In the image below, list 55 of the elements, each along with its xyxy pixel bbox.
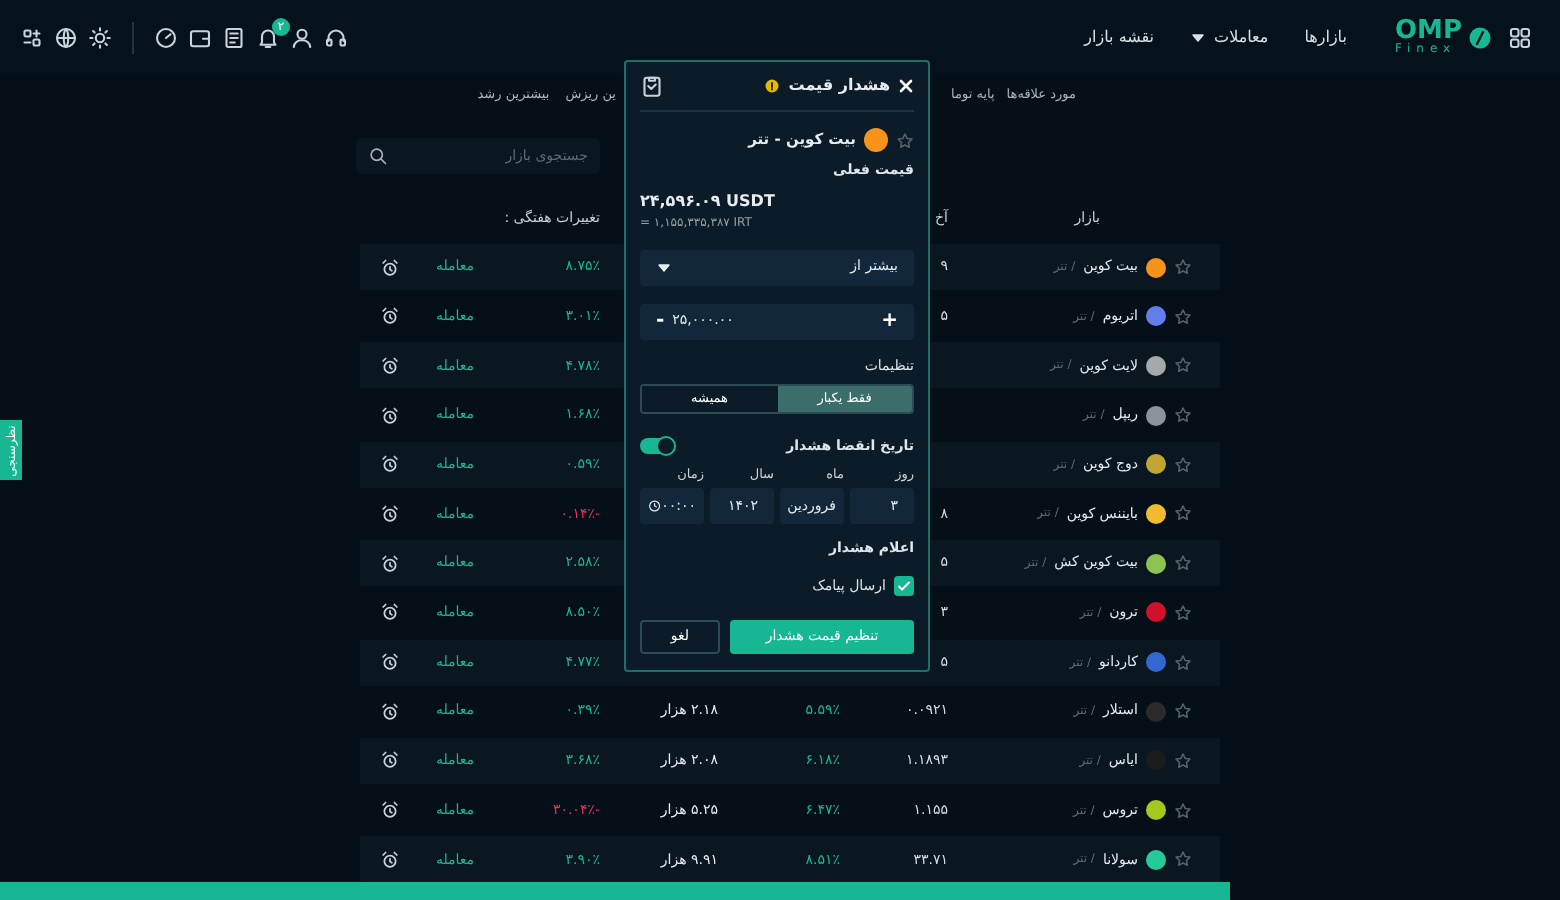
check-icon <box>896 578 912 594</box>
checkbox[interactable] <box>894 576 914 596</box>
clipboard-icon[interactable] <box>640 74 664 98</box>
user-icon[interactable] <box>290 25 314 49</box>
star-icon[interactable] <box>1174 801 1192 820</box>
apps-grid-icon[interactable] <box>1508 25 1532 49</box>
wallet-icon[interactable] <box>188 25 212 49</box>
alarm-clock-icon[interactable] <box>380 306 400 327</box>
decrement-button[interactable]: - <box>656 311 665 331</box>
star-icon[interactable] <box>1174 258 1192 276</box>
star-icon[interactable] <box>1174 702 1192 721</box>
star-icon[interactable] <box>896 131 914 149</box>
star-icon[interactable] <box>1174 554 1192 573</box>
document-icon[interactable] <box>222 25 246 49</box>
close-button[interactable] <box>898 78 914 94</box>
price-value: ۲۴,۵۹۶.۰۹ USDT <box>640 189 777 213</box>
headset-icon[interactable] <box>324 25 348 49</box>
clock-icon[interactable] <box>648 498 662 515</box>
alarm-clock-icon[interactable] <box>380 355 400 376</box>
alarm-clock-icon[interactable] <box>380 405 400 426</box>
alarm-clock-icon[interactable] <box>380 257 400 277</box>
sun-icon[interactable] <box>88 25 112 49</box>
alarm-clock-icon[interactable] <box>380 701 400 722</box>
star-icon[interactable] <box>1174 504 1192 523</box>
globe-icon[interactable] <box>54 25 78 49</box>
increment-button[interactable]: + <box>881 311 898 331</box>
alarm-clock-icon[interactable] <box>380 454 400 475</box>
alarm-clock-icon[interactable] <box>380 503 400 524</box>
star-icon[interactable] <box>1174 850 1192 869</box>
star-icon[interactable] <box>1174 751 1192 770</box>
caret-icon <box>656 259 672 275</box>
nav-link[interactable]: نقشه بازار <box>1084 25 1155 49</box>
gauge-icon[interactable] <box>154 25 178 49</box>
alarm-clock-icon[interactable] <box>380 652 400 672</box>
alarm-clock-icon[interactable] <box>380 750 400 771</box>
alarm-clock-icon[interactable] <box>380 553 400 574</box>
star-icon[interactable] <box>1174 603 1192 622</box>
nav-link[interactable]: معاملات <box>1190 25 1269 49</box>
star-icon[interactable] <box>1174 307 1192 326</box>
star-icon[interactable] <box>1174 406 1192 425</box>
alarm-clock-icon[interactable] <box>380 849 400 870</box>
info-icon[interactable] <box>764 78 781 94</box>
dialog-title: هشدار قیمت <box>788 74 890 98</box>
nav-link[interactable]: بازارها <box>1304 25 1347 49</box>
alarm-clock-icon[interactable] <box>380 800 400 821</box>
star-icon[interactable] <box>1174 653 1192 671</box>
bitcoin-icon <box>864 128 888 152</box>
expiry-toggle[interactable] <box>640 438 672 455</box>
alarm-clock-icon[interactable] <box>380 602 400 623</box>
close-icon <box>898 78 914 94</box>
bell-icon[interactable] <box>256 25 280 49</box>
logo-mark-icon <box>1468 25 1492 49</box>
search-icon[interactable] <box>368 146 388 166</box>
star-icon[interactable] <box>1174 455 1192 474</box>
star-icon[interactable] <box>1174 356 1192 375</box>
